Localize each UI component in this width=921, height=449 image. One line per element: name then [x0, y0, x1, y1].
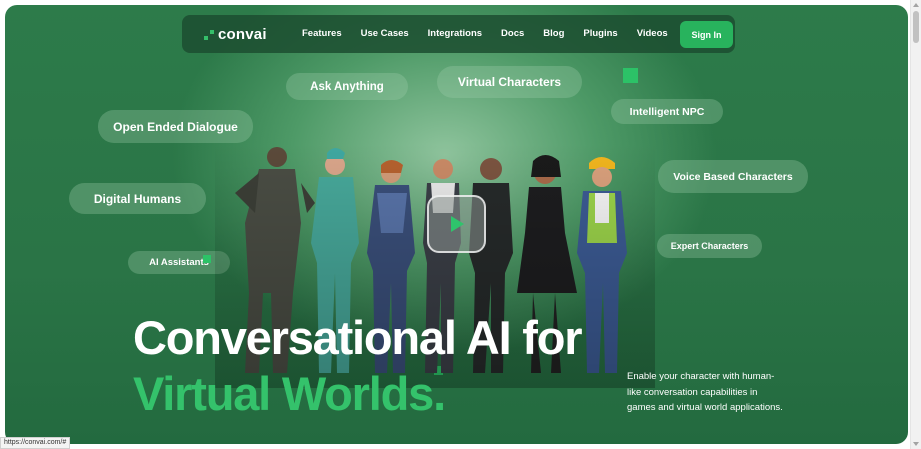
tag-ask-anything: Ask Anything	[286, 73, 408, 100]
decorative-square	[623, 68, 638, 83]
nav-link-features[interactable]: Features	[302, 28, 342, 39]
convai-logo[interactable]: convai	[204, 26, 267, 43]
headline-line-1: Conversational AI for	[133, 311, 583, 364]
scroll-up-icon[interactable]	[913, 3, 919, 7]
nav-links: Features Use Cases Integrations Docs Blo…	[302, 28, 687, 39]
nav-link-videos[interactable]: Videos	[637, 28, 668, 39]
page-scrollbar[interactable]	[910, 0, 921, 449]
tag-open-ended-dialogue: Open Ended Dialogue	[98, 110, 253, 143]
tag-voice-based-characters: Voice Based Characters	[658, 160, 808, 193]
status-bar-url: https://convai.com/#	[0, 437, 71, 449]
scrollbar-thumb[interactable]	[913, 11, 919, 43]
top-nav: convai Features Use Cases Integrations D…	[182, 15, 735, 53]
sign-in-button[interactable]: Sign In	[680, 21, 733, 48]
tag-virtual-characters: Virtual Characters	[437, 66, 582, 98]
play-video-button[interactable]	[427, 195, 486, 253]
nav-link-use-cases[interactable]: Use Cases	[361, 28, 409, 39]
tag-digital-humans: Digital Humans	[69, 183, 206, 214]
nav-link-integrations[interactable]: Integrations	[428, 28, 482, 39]
nav-link-docs[interactable]: Docs	[501, 28, 524, 39]
play-icon	[450, 216, 464, 232]
nav-link-plugins[interactable]: Plugins	[583, 28, 617, 39]
scroll-down-icon[interactable]	[913, 442, 919, 446]
hero-headline: Conversational AI for Virtual Worlds.	[133, 310, 583, 422]
tag-expert-characters: Expert Characters	[657, 234, 762, 258]
nav-link-blog[interactable]: Blog	[543, 28, 564, 39]
hero-description: Enable your character with human-like co…	[627, 371, 783, 413]
tag-intelligent-npc: Intelligent NPC	[611, 99, 723, 124]
hero-page: convai Features Use Cases Integrations D…	[5, 5, 908, 444]
decorative-square	[203, 255, 211, 263]
headline-line-2: Virtual Worlds.	[133, 367, 446, 420]
logo-mark-icon	[204, 29, 214, 40]
logo-text: convai	[218, 26, 267, 43]
